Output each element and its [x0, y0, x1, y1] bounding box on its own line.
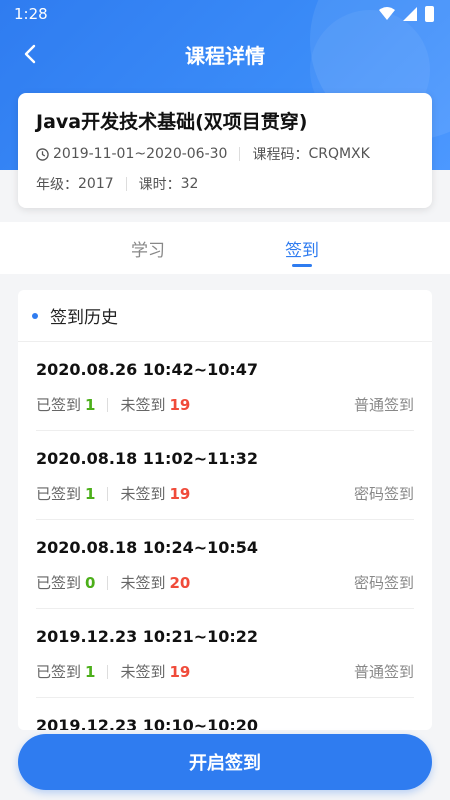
record-type: 密码签到 [353, 574, 414, 592]
record-time: 2020.08.26 10:42~10:47 [36, 360, 259, 379]
history-header: 签到历史 [18, 290, 432, 342]
course-code: CRQMXK [308, 146, 370, 162]
active-tab-indicator [292, 264, 312, 267]
unsigned-label: 未签到 [120, 485, 166, 503]
signal-icon [403, 7, 417, 21]
signed-label: 已签到 [36, 485, 82, 503]
history-title: 签到历史 [50, 308, 118, 328]
signed-count: 1 [85, 395, 96, 414]
unsigned-count: 19 [169, 662, 191, 681]
unsigned-count: 19 [169, 484, 191, 503]
record-stats: 已签到 1 未签到 19 [36, 661, 190, 682]
unsigned-count: 20 [169, 573, 191, 592]
divider [107, 664, 109, 679]
history-record[interactable]: 2020.08.26 10:42~10:47 已签到 1 未签到 19 普通签到 [36, 342, 414, 431]
record-stats: 已签到 1 未签到 19 [36, 483, 190, 504]
divider [107, 486, 109, 501]
record-time: 2019.12.23 10:21~10:22 [36, 627, 259, 646]
course-info-row-1: 2019-11-01~2020-06-30 课程码： CRQMXK [36, 144, 414, 164]
signed-label: 已签到 [36, 574, 82, 592]
status-bar: 1:28 [0, 0, 450, 30]
battery-icon [425, 6, 434, 22]
record-type: 普通签到 [353, 663, 414, 681]
wifi-icon [379, 7, 395, 20]
tab-signin[interactable]: 签到 [262, 236, 342, 261]
record-time: 2020.08.18 10:24~10:54 [36, 538, 259, 557]
divider [239, 147, 241, 161]
course-code-label: 课程码： [252, 147, 309, 163]
status-time: 1:28 [14, 5, 48, 23]
signed-label: 已签到 [36, 663, 82, 681]
hours-label: 课时： [138, 177, 181, 193]
grade-value: 2017 [78, 176, 114, 192]
history-record[interactable]: 2020.08.18 10:24~10:54 已签到 0 未签到 20 密码签到 [36, 520, 414, 609]
bullet-dot [32, 312, 38, 319]
record-stats: 已签到 0 未签到 20 [36, 572, 190, 593]
divider [125, 177, 127, 191]
course-card: Java开发技术基础(双项目贯穿) 2019-11-01~2020-06-30 … [18, 93, 432, 208]
course-info-row-2: 年级： 2017 课时： 32 [36, 174, 414, 194]
record-type: 普通签到 [353, 396, 414, 414]
unsigned-label: 未签到 [120, 574, 166, 592]
grade-label: 年级： [36, 177, 78, 193]
history-record[interactable]: 2020.08.18 11:02~11:32 已签到 1 未签到 19 密码签到 [36, 431, 414, 520]
tab-bar: 学习 签到 [0, 222, 450, 274]
record-type: 密码签到 [353, 485, 414, 503]
page-title: 课程详情 [185, 44, 265, 68]
history-record-partial[interactable]: 2019.12.23 10:10~10:20 [36, 698, 414, 730]
tab-study[interactable]: 学习 [108, 236, 188, 261]
course-title: Java开发技术基础(双项目贯穿) [36, 111, 308, 133]
course-date-range: 2019-11-01~2020-06-30 [53, 146, 228, 162]
signed-label: 已签到 [36, 396, 82, 414]
record-time: 2019.12.23 10:10~10:20 [36, 716, 259, 730]
nav-bar: 课程详情 [0, 30, 450, 78]
clock-icon [36, 147, 49, 161]
divider [107, 575, 109, 590]
start-signin-button[interactable]: 开启签到 [18, 734, 432, 790]
signin-history-card: 签到历史 2020.08.26 10:42~10:47 已签到 1 未签到 19… [18, 290, 432, 730]
divider [107, 397, 109, 412]
record-stats: 已签到 1 未签到 19 [36, 394, 190, 415]
unsigned-count: 19 [169, 395, 191, 414]
status-icons [379, 6, 434, 22]
unsigned-label: 未签到 [120, 663, 166, 681]
hours-value: 32 [180, 176, 199, 192]
record-time: 2020.08.18 11:02~11:32 [36, 449, 259, 468]
signed-count: 0 [85, 573, 96, 592]
signed-count: 1 [85, 484, 96, 503]
unsigned-label: 未签到 [120, 396, 166, 414]
history-record[interactable]: 2019.12.23 10:21~10:22 已签到 1 未签到 19 普通签到 [36, 609, 414, 698]
signed-count: 1 [85, 662, 96, 681]
